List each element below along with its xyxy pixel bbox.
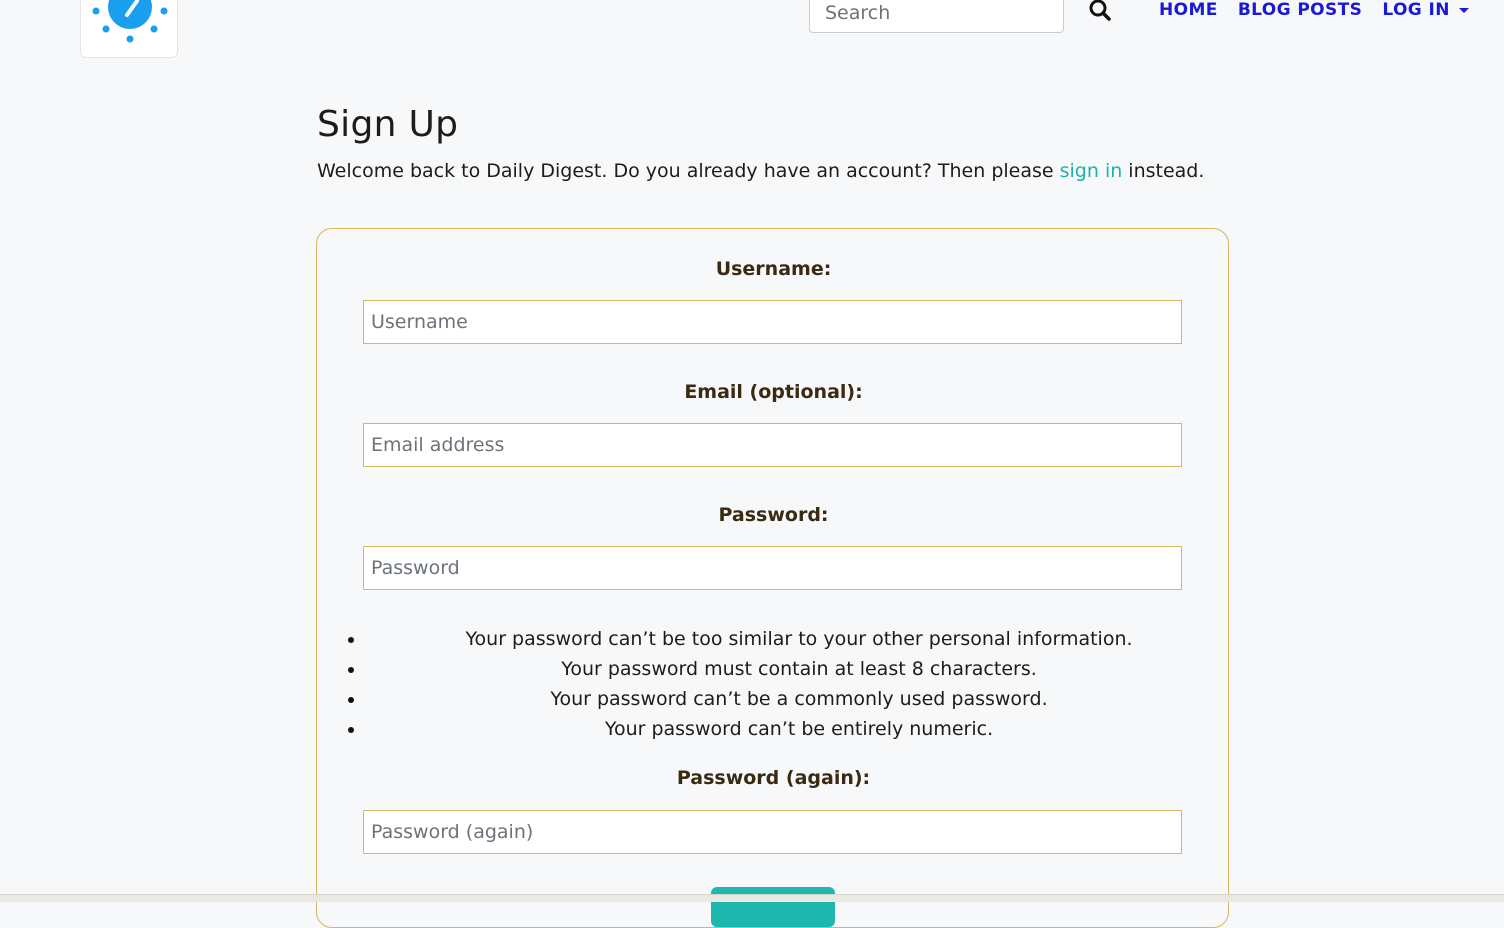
main-nav: HOME BLOG POSTS LOG IN	[1159, 0, 1469, 20]
sun-icon	[92, 0, 168, 43]
email-input[interactable]	[363, 423, 1182, 467]
nav-home-link[interactable]: HOME	[1159, 0, 1218, 20]
password-help-item: Your password can’t be entirely numeric.	[348, 714, 1235, 744]
search-icon[interactable]	[1087, 0, 1113, 24]
intro-text: Welcome back to Daily Digest. Do you alr…	[317, 160, 1204, 182]
password-input[interactable]	[363, 546, 1182, 590]
nav-log-in-label: LOG IN	[1382, 0, 1450, 20]
intro-text-after: instead.	[1122, 160, 1205, 182]
signup-form: Username: Email (optional): Password: Yo…	[316, 228, 1229, 928]
intro-text-before: Welcome back to Daily Digest. Do you alr…	[317, 160, 1060, 182]
nav-blog-posts-link[interactable]: BLOG POSTS	[1238, 0, 1363, 20]
username-label: Username:	[715, 258, 832, 280]
password-help-item: Your password can’t be too similar to yo…	[348, 624, 1235, 654]
password-label: Password:	[718, 504, 829, 526]
password-help-item: Your password must contain at least 8 ch…	[348, 654, 1235, 684]
password-help-item: Your password can’t be a commonly used p…	[348, 684, 1235, 714]
password-again-input[interactable]	[363, 810, 1182, 854]
browser-status-bar	[0, 894, 1504, 902]
site-logo[interactable]	[80, 0, 178, 58]
email-label: Email (optional):	[684, 381, 863, 403]
password-again-label: Password (again):	[676, 767, 871, 789]
password-help-list: Your password can’t be too similar to yo…	[348, 624, 1235, 744]
sign-up-button[interactable]	[711, 887, 835, 927]
page-title: Sign Up	[317, 104, 459, 145]
sign-in-link[interactable]: sign in	[1060, 160, 1123, 182]
search-input[interactable]	[809, 0, 1064, 33]
nav-log-in-dropdown[interactable]: LOG IN	[1382, 0, 1469, 20]
caret-down-icon	[1458, 7, 1469, 13]
username-input[interactable]	[363, 300, 1182, 344]
